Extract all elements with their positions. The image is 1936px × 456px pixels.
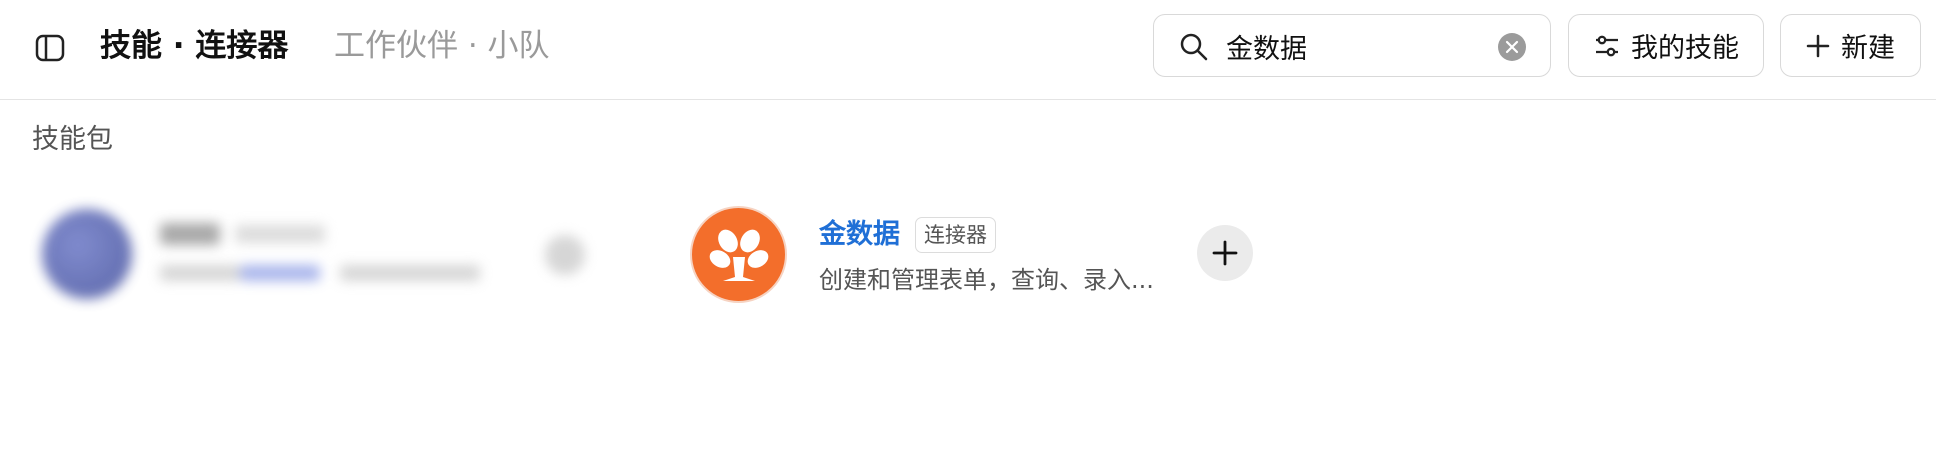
top-bar: 技能 · 连接器 工作伙伴 · 小队 我的技能 — [0, 0, 1936, 100]
blurred-text — [160, 223, 220, 245]
connector-badge: 连接器 — [915, 217, 996, 253]
plus-icon — [1212, 240, 1238, 266]
new-button[interactable]: 新建 — [1780, 14, 1921, 77]
sidebar-toggle-icon[interactable] — [30, 28, 70, 68]
tab-partners-squads[interactable]: 工作伙伴 · 小队 — [334, 24, 550, 68]
plus-icon — [1806, 34, 1830, 57]
add-connector-button[interactable] — [1197, 225, 1253, 281]
search-box[interactable] — [1153, 14, 1551, 77]
my-skills-button[interactable]: 我的技能 — [1568, 14, 1764, 77]
blurred-result-card — [20, 195, 600, 315]
jinshuju-logo — [690, 206, 787, 303]
clear-search-icon[interactable] — [1498, 33, 1526, 61]
search-input[interactable] — [1226, 25, 1506, 67]
section-title: 技能包 — [32, 124, 113, 155]
new-label: 新建 — [1841, 33, 1895, 64]
blurred-text — [160, 265, 240, 281]
tab-skills-connectors[interactable]: 技能 · 连接器 — [100, 24, 288, 68]
search-icon — [1178, 31, 1210, 63]
sliders-icon — [1596, 35, 1618, 56]
blurred-text — [340, 265, 480, 281]
result-description: 创建和管理表单，查询、录入... — [819, 266, 1154, 294]
blurred-add-button — [545, 235, 585, 275]
result-card[interactable]: 金数据 连接器 创建和管理表单，查询、录入... — [690, 205, 1270, 305]
result-name[interactable]: 金数据 — [819, 215, 900, 255]
blurred-text — [240, 265, 320, 281]
avatar — [42, 209, 132, 299]
blurred-text — [235, 225, 325, 243]
tree-icon — [709, 229, 768, 281]
my-skills-label: 我的技能 — [1631, 33, 1739, 64]
